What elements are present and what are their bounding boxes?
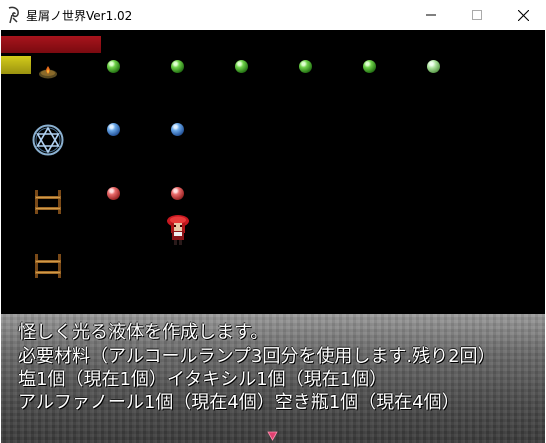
minimize-icon [426, 14, 436, 16]
wooden-shelf-icon[interactable] [33, 252, 63, 284]
close-icon [517, 9, 529, 21]
blue-orb[interactable] [107, 123, 120, 136]
maximize-button[interactable] [454, 0, 500, 30]
wooden-shelf-icon[interactable] [33, 188, 63, 220]
game-viewport[interactable]: 怪しく光る液体を作成します。 必要材料（アルコールランプ3回分を使用します.残り… [1, 30, 545, 443]
red-orb[interactable] [107, 187, 120, 200]
green-orb[interactable] [107, 60, 120, 73]
message-line: アルファノール1個（現在4個）空き瓶1個（現在4個） [18, 392, 460, 413]
maximize-icon [472, 10, 482, 20]
green-orb[interactable] [363, 60, 376, 73]
mp-bar [1, 56, 31, 74]
red-orb[interactable] [171, 187, 184, 200]
continue-arrow-icon[interactable] [267, 426, 278, 441]
close-button[interactable] [500, 0, 546, 30]
message-window[interactable]: 怪しく光る液体を作成します。 必要材料（アルコールランプ3回分を使用します.残り… [1, 314, 545, 443]
fire-ember-icon[interactable] [38, 64, 58, 83]
app-icon [6, 6, 22, 24]
title-bar[interactable]: 星屑ノ世界Ver1.02 [0, 0, 546, 30]
green-orb[interactable] [235, 60, 248, 73]
green-orb[interactable] [299, 60, 312, 73]
green-orb-pale[interactable] [427, 60, 440, 73]
hp-bar [1, 36, 101, 53]
window-title: 星屑ノ世界Ver1.02 [26, 9, 133, 23]
red-haired-girl-sprite[interactable] [165, 213, 191, 251]
green-orb[interactable] [171, 60, 184, 73]
blue-orb[interactable] [171, 123, 184, 136]
hexagram-magic-circle-icon[interactable] [31, 124, 65, 160]
message-line: 怪しく光る液体を作成します。 [18, 322, 269, 343]
minimize-button[interactable] [408, 0, 454, 30]
